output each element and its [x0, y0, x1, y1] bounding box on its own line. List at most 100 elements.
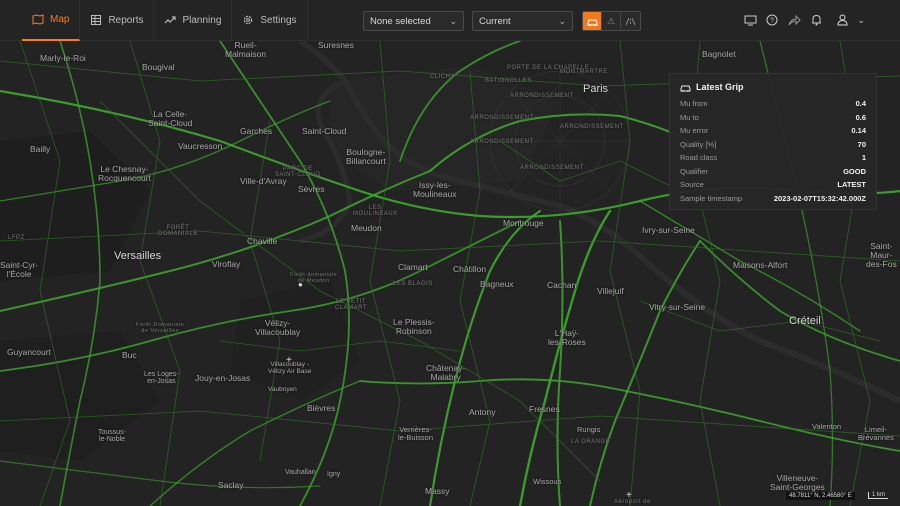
district-label: CLICHY: [430, 74, 456, 80]
map-icon: [32, 14, 44, 25]
place-label: Bougival: [142, 62, 175, 72]
place-label: Issy-les- Moulineaux: [413, 180, 457, 199]
place-label: Saint- Maur- des-Fos: [866, 241, 897, 269]
place-label: Antony: [469, 407, 496, 417]
place-label: Viroflay: [212, 259, 241, 269]
place-label: Sèvres: [298, 184, 325, 194]
chevron-down-icon: ⌄: [558, 15, 566, 26]
top-navigation-bar: Map Reports Planning Settings None selec…: [0, 0, 900, 41]
place-label: Chaville: [247, 236, 278, 246]
tab-map-label: Map: [50, 13, 70, 25]
time-dropdown[interactable]: Current ⌄: [472, 11, 573, 31]
gear-icon: [244, 15, 253, 25]
place-label: Cachan: [547, 280, 577, 290]
chevron-down-icon: ⌄: [449, 15, 457, 26]
place-label: Vaucresson: [178, 141, 223, 151]
place-label: Wissous: [533, 477, 562, 486]
panel-row-value: 70: [857, 139, 866, 149]
place-label: Maisons-Alfort: [733, 260, 788, 270]
place-label: Marly-le-Roi: [40, 53, 86, 63]
place-label: Suresnes: [318, 41, 354, 50]
place-label: Igny: [327, 471, 341, 478]
place-label: Valenton: [812, 422, 842, 431]
screen-icon[interactable]: [743, 13, 757, 27]
district-label: LE PETIT CLAMART: [335, 299, 368, 312]
car-icon: [680, 85, 691, 92]
park-label: PARC DE SAINT-CLOUD: [275, 166, 321, 179]
panel-row: Qualifier GOOD: [680, 165, 866, 179]
grip-layer-button[interactable]: [583, 12, 602, 30]
place-label: Saint-Cyr- l'École: [0, 260, 39, 279]
district-label: MONTMARTRE: [560, 69, 608, 75]
panel-row: Mu to 0.6: [680, 111, 866, 125]
place-label: Ivry-sur-Seine: [642, 225, 695, 235]
place-label: L'Haÿ- les-Roses: [548, 328, 586, 347]
share-icon[interactable]: [787, 13, 801, 27]
panel-row-key: Road class: [680, 153, 718, 163]
district-label: ARRONDISSEMENT: [470, 139, 534, 145]
user-menu-button[interactable]: ⌄: [837, 13, 865, 27]
panel-row-key: Mu error: [680, 126, 709, 136]
place-label: Meudon: [351, 223, 382, 233]
warning-layer-button[interactable]: ⚠: [602, 12, 621, 30]
panel-row-key: Mu from: [680, 99, 708, 109]
tab-planning[interactable]: Planning: [154, 0, 233, 41]
panel-row: Quality [%] 70: [680, 138, 866, 152]
warning-icon: ⚠: [606, 15, 616, 26]
selection-dropdown-value: None selected: [370, 15, 431, 27]
place-label: Le Plessis- Robinson: [393, 317, 435, 336]
place-label: Villeneuve- Saint-Georges: [770, 473, 825, 492]
district-label: ARRONDISSEMENT: [470, 115, 534, 121]
district-label: ARRONDISSEMENT: [560, 124, 624, 130]
selection-dropdown[interactable]: None selected ⌄: [363, 11, 464, 31]
place-label: Jouy-en-Josas: [195, 373, 251, 383]
place-label: Boulogne- Billancourt: [346, 147, 386, 166]
bell-icon[interactable]: [809, 13, 823, 27]
district-label: ARRONDISSEMENT: [510, 93, 574, 99]
tab-settings[interactable]: Settings: [232, 0, 308, 41]
forest-label: FORÊT DOMANIALE: [158, 225, 198, 238]
panel-row-key: Quality [%]: [680, 139, 717, 149]
forest-label: Forêt Domaniale de Versailles: [136, 322, 185, 334]
district-label: ARRONDISSEMENT: [520, 165, 584, 171]
place-label: Massy: [425, 486, 450, 496]
place-label: Vitry-sur-Seine: [649, 302, 706, 312]
panel-row-value: 0.4: [855, 99, 866, 109]
place-label: Bagneux: [480, 279, 514, 289]
time-dropdown-value: Current: [479, 15, 511, 27]
place-label: Châtenay- Malabry: [426, 363, 466, 382]
place-label: Le Chesnay- Rocquencourt: [98, 164, 151, 183]
panel-row: Sample timestamp 2023-02-07T15:32:42.000Z: [680, 192, 866, 206]
place-label: Vauhallan: [285, 469, 316, 476]
help-icon[interactable]: ?: [765, 13, 779, 27]
place-label: Fresnes: [529, 404, 560, 414]
tab-reports[interactable]: Reports: [80, 0, 155, 41]
place-label: Rueil- Malmaison: [225, 41, 267, 59]
monitor-icon: [744, 15, 756, 25]
road-layer-button[interactable]: [621, 12, 640, 30]
svg-text:?: ?: [770, 18, 774, 25]
latest-grip-panel: Latest Grip Mu from 0.4 Mu to 0.6 Mu error…: [669, 73, 877, 210]
place-label: Bièvres: [307, 403, 336, 413]
place-label: Vélizy- Villacoublay: [255, 318, 301, 337]
district-label: LA GRANGE: [571, 439, 611, 445]
cursor-coordinates: 48.7811° N, 2.46580° E: [786, 492, 855, 500]
place-label: Verrières- le-Buisson: [398, 425, 434, 442]
place-label: La Celle- Saint-Cloud: [148, 109, 193, 128]
district-label: BATIGNOLLES: [485, 78, 532, 84]
panel-row: Road class 1: [680, 151, 866, 165]
panel-row-key: Mu to: [680, 112, 699, 122]
panel-row: Mu from 0.4: [680, 97, 866, 111]
tab-map[interactable]: Map: [22, 0, 81, 41]
place-label: Châtillon: [453, 264, 487, 274]
place-label: Bailly: [30, 144, 51, 154]
tab-reports-label: Reports: [108, 14, 144, 26]
place-label: Saclay: [218, 480, 244, 490]
place-label: Montrouge: [503, 218, 544, 228]
panel-row-value: GOOD: [843, 166, 866, 176]
trend-icon: [165, 16, 177, 24]
place-label: Clamart: [398, 262, 428, 272]
place-label: Créteil: [789, 315, 821, 327]
user-icon: [837, 14, 848, 26]
panel-row-value: 2023-02-07T15:32:42.000Z: [773, 193, 866, 203]
